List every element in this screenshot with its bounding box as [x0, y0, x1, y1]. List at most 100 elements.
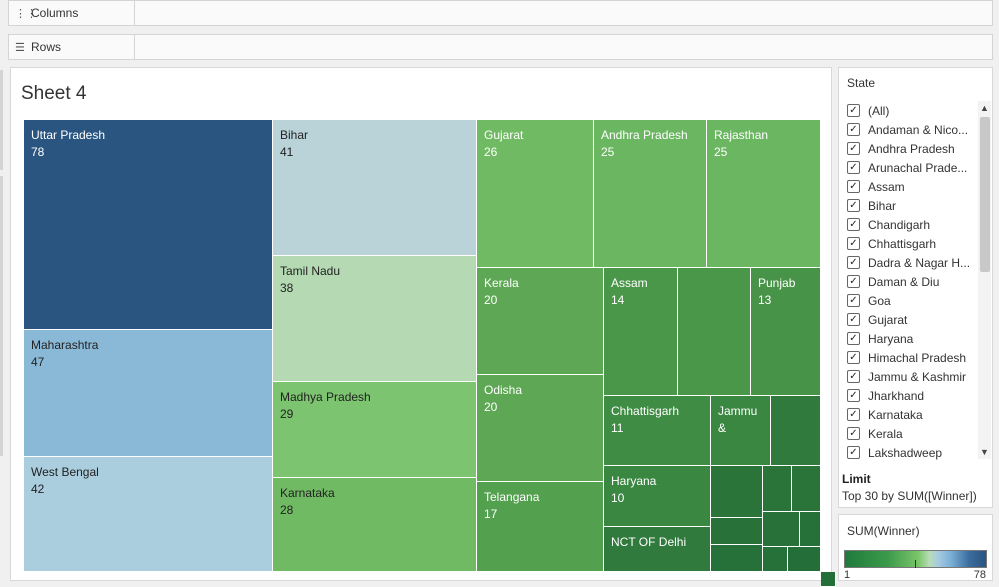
filter-item-label: Andhra Pradesh: [868, 141, 955, 156]
cell-label: Uttar Pradesh: [31, 128, 106, 142]
treemap-cell[interactable]: Haryana 10: [604, 466, 711, 527]
treemap-cell[interactable]: Maharashtra 47: [24, 330, 273, 457]
filter-item[interactable]: ✓ Haryana: [839, 329, 977, 348]
treemap-cell[interactable]: [678, 268, 751, 396]
treemap-cell[interactable]: Uttar Pradesh 78: [24, 120, 273, 330]
treemap-cell[interactable]: West Bengal 42: [24, 457, 273, 572]
filter-item[interactable]: ✓ Assam: [839, 177, 977, 196]
checkbox-checked-icon[interactable]: ✓: [847, 256, 860, 269]
filter-item[interactable]: ✓ Karnataka: [839, 405, 977, 424]
filter-item[interactable]: ✓ Arunachal Prade...: [839, 158, 977, 177]
treemap-cell[interactable]: [763, 466, 792, 512]
filter-item[interactable]: ✓ Daman & Diu: [839, 272, 977, 291]
checkbox-checked-icon[interactable]: ✓: [847, 313, 860, 326]
cell-value: 42: [31, 482, 45, 496]
checkbox-checked-icon[interactable]: ✓: [847, 180, 860, 193]
treemap-cell[interactable]: Assam 14: [604, 268, 678, 396]
filter-item[interactable]: ✓ Chandigarh: [839, 215, 977, 234]
checkbox-checked-icon[interactable]: ✓: [847, 351, 860, 364]
filter-item[interactable]: ✓ (All): [839, 101, 977, 120]
cell-label: West Bengal: [31, 465, 99, 479]
treemap-cell[interactable]: [821, 572, 836, 587]
legend-title: SUM(Winner): [847, 524, 920, 538]
cell-label: Tamil Nadu: [280, 264, 341, 278]
checkbox-checked-icon[interactable]: ✓: [847, 427, 860, 440]
filter-item[interactable]: ✓ Andhra Pradesh: [839, 139, 977, 158]
treemap-cell[interactable]: Karnataka 28: [273, 478, 477, 572]
filter-item[interactable]: ✓ Andaman & Nico...: [839, 120, 977, 139]
rows-label: Rows: [31, 40, 62, 54]
left-edge-strip: [0, 176, 3, 456]
cell-label: Jammu: [718, 404, 758, 418]
treemap-cell[interactable]: NCT OF Delhi: [604, 527, 711, 572]
checkbox-checked-icon[interactable]: ✓: [847, 218, 860, 231]
checkbox-checked-icon[interactable]: ✓: [847, 123, 860, 136]
cell-value: 10: [611, 491, 625, 505]
treemap-cell[interactable]: Punjab 13: [751, 268, 821, 396]
filter-item-label: Himachal Pradesh: [868, 350, 967, 365]
filter-title: State: [847, 76, 876, 90]
color-legend-card: SUM(Winner) 1 78: [838, 514, 993, 581]
treemap-cell[interactable]: Madhya Pradesh 29: [273, 382, 477, 478]
cell-label: Madhya Pradesh: [280, 390, 371, 404]
filter-item[interactable]: ✓ Gujarat: [839, 310, 977, 329]
treemap-cell[interactable]: Kerala 20: [477, 268, 604, 375]
treemap-cell[interactable]: Odisha 20: [477, 375, 604, 482]
rows-icon: ☰: [15, 41, 25, 54]
checkbox-checked-icon[interactable]: ✓: [847, 237, 860, 250]
filter-item[interactable]: ✓ Chhattisgarh: [839, 234, 977, 253]
filter-item[interactable]: ✓ Jharkhand: [839, 386, 977, 405]
checkbox-checked-icon[interactable]: ✓: [847, 370, 860, 383]
filter-item[interactable]: ✓ Himachal Pradesh: [839, 348, 977, 367]
cell-value: 20: [484, 293, 498, 307]
treemap-cell[interactable]: [711, 545, 763, 572]
treemap-cell[interactable]: Gujarat 26: [477, 120, 594, 268]
checkbox-checked-icon[interactable]: ✓: [847, 408, 860, 421]
filter-item[interactable]: ✓ Lakshadweep: [839, 443, 977, 462]
filter-item[interactable]: ✓ Goa: [839, 291, 977, 310]
treemap-cell[interactable]: Andhra Pradesh 25: [594, 120, 707, 268]
scroll-thumb[interactable]: [980, 117, 990, 272]
checkbox-checked-icon[interactable]: ✓: [847, 142, 860, 155]
treemap-cell[interactable]: Chhattisgarh 11: [604, 396, 711, 466]
treemap-cell[interactable]: [711, 466, 763, 518]
treemap-cell[interactable]: Tamil Nadu 38: [273, 256, 477, 382]
checkbox-checked-icon[interactable]: ✓: [847, 161, 860, 174]
treemap-cell[interactable]: [771, 396, 821, 466]
treemap-cell[interactable]: [763, 547, 788, 572]
treemap-cell[interactable]: [800, 512, 821, 547]
treemap-cell[interactable]: [792, 466, 821, 512]
scroll-down-icon[interactable]: ▼: [978, 447, 991, 457]
filter-scrollbar[interactable]: ▲ ▼: [978, 101, 991, 459]
treemap-cell[interactable]: [763, 512, 800, 547]
cell-value: 26: [484, 145, 498, 159]
treemap-cell[interactable]: [788, 547, 821, 572]
treemap-cell[interactable]: Bihar 41: [273, 120, 477, 256]
filter-item-label: Kerala: [868, 426, 903, 441]
filter-item[interactable]: ✓ Kerala: [839, 424, 977, 443]
filter-item-label: Bihar: [868, 198, 897, 213]
treemap-cell[interactable]: [711, 518, 763, 545]
checkbox-checked-icon[interactable]: ✓: [847, 199, 860, 212]
filter-item[interactable]: ✓ Jammu & Kashmir: [839, 367, 977, 386]
treemap[interactable]: Uttar Pradesh 78 Maharashtra 47 West Bengal 4…: [24, 120, 836, 587]
treemap-cell[interactable]: Rajasthan 25: [707, 120, 821, 268]
filter-item[interactable]: ✓ Bihar: [839, 196, 977, 215]
filter-item-label: Chhattisgarh: [868, 236, 937, 251]
cell-value: 25: [601, 145, 615, 159]
checkbox-checked-icon[interactable]: ✓: [847, 294, 860, 307]
filter-item[interactable]: ✓ Dadra & Nagar H...: [839, 253, 977, 272]
checkbox-checked-icon[interactable]: ✓: [847, 389, 860, 402]
scroll-up-icon[interactable]: ▲: [978, 103, 991, 113]
cell-label: Rajasthan: [714, 128, 769, 142]
rows-shelf[interactable]: ☰ Rows: [8, 34, 993, 60]
checkbox-checked-icon[interactable]: ✓: [847, 446, 860, 459]
checkbox-checked-icon[interactable]: ✓: [847, 332, 860, 345]
cell-label: Haryana: [611, 474, 657, 488]
columns-shelf[interactable]: ⋮⋮ Columns: [8, 0, 993, 26]
treemap-cell[interactable]: Telangana 17: [477, 482, 604, 572]
checkbox-checked-icon[interactable]: ✓: [847, 104, 860, 117]
rows-shelf-label: ☰ Rows: [9, 35, 135, 59]
checkbox-checked-icon[interactable]: ✓: [847, 275, 860, 288]
treemap-cell[interactable]: Jammu &: [711, 396, 771, 466]
